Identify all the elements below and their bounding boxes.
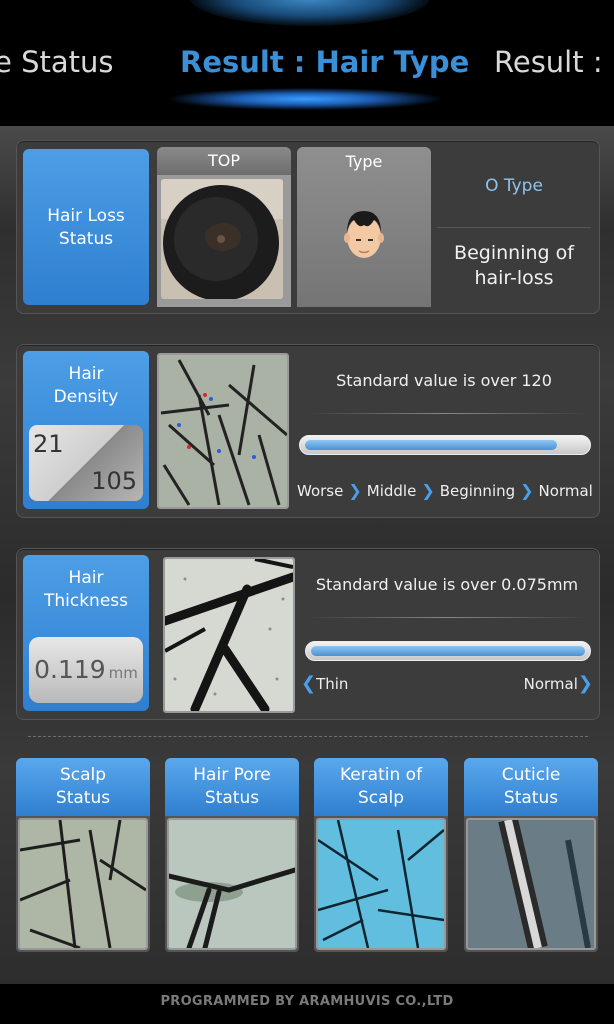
hair-density-card: Hair Density 21 105 Standard value is ov… [16,344,600,518]
hair-thickness-card: Hair Thickness 0.119 mm Standard value i… [16,548,600,720]
top-header: TOP [157,147,291,175]
density-standard: Standard value is over 120 [336,371,552,390]
hair-loss-label[interactable]: Hair Loss Status [23,149,149,305]
thickness-scale-right: Normal❯ [524,673,593,694]
head-icon [344,211,384,258]
density-standard-underline [307,413,587,414]
scale-thin: Thin [316,675,349,693]
tile-keratin-of-scalp[interactable]: Keratin of Scalp [314,758,448,952]
hair-density-label-text: Hair Density [53,364,119,407]
thickness-value-box: 0.119 mm [29,637,143,703]
results-panel: Hair Loss Status TOP Type O Type Beginni… [0,126,614,984]
thickness-value: 0.119 [34,655,106,684]
scale-normal: Normal [538,482,593,500]
header-glow [190,0,430,26]
scale-beginning: Beginning [439,482,516,500]
type-value: O Type [485,176,543,196]
type-header: Type [345,152,383,171]
hair-loss-label-text: Hair Loss Status [47,206,125,249]
tab-previous[interactable]: le Status [0,44,114,80]
header-bar: le Status Result : Hair Type Result : H [0,0,614,126]
density-progress-fill [305,440,557,450]
type-divider [437,227,591,228]
density-photo[interactable] [157,353,289,509]
chevron-right-icon: ❯ [348,481,362,500]
tile-hair-pore-status-label: Hair Pore Status [165,758,299,816]
top-view-photo[interactable] [161,179,283,299]
scalp-photo [18,818,148,950]
type-column: Type [297,147,431,307]
chevron-right-icon: ❯ [421,481,435,500]
thickness-standard: Standard value is over 0.075mm [315,575,579,594]
tile-cuticle-status[interactable]: Cuticle Status [464,758,598,952]
thickness-progress-bar [305,641,591,661]
scale-normal: Normal [523,675,578,693]
tab-next[interactable]: Result : H [494,44,614,80]
hair-loss-stage: Beginning of hair-loss [454,242,574,289]
keratin-photo [316,818,446,950]
density-scale: Worse ❯ Middle ❯ Beginning ❯ Normal [297,481,593,500]
thickness-progress-fill [311,646,585,656]
thickness-scale-left: ❮Thin [301,673,348,694]
chevron-right-icon: ❯ [520,481,534,500]
thickness-standard-underline [307,617,587,618]
thickness-photo[interactable] [163,557,295,713]
current-tab-indicator [170,88,440,110]
tile-keratin-of-scalp-label: Keratin of Scalp [314,758,448,816]
hair-thickness-label-text: Hair Thickness [43,568,129,611]
tile-scalp-status[interactable]: Scalp Status [16,758,150,952]
density-value-b: 105 [91,467,137,495]
chevron-right-icon: ❯ [577,673,593,694]
density-progress-bar [299,435,591,455]
section-divider [28,736,588,737]
scale-middle: Middle [366,482,417,500]
cuticle-photo [466,818,596,950]
hair-pore-photo [167,818,297,950]
tile-hair-pore-status[interactable]: Hair Pore Status [165,758,299,952]
top-view-column: TOP [157,147,291,307]
density-value-a: 21 [33,430,64,458]
hair-thickness-label[interactable]: Hair Thickness 0.119 mm [23,555,149,711]
tile-scalp-status-label: Scalp Status [16,758,150,816]
thickness-unit: mm [108,664,138,682]
chevron-left-icon: ❮ [301,673,317,694]
hair-density-label[interactable]: Hair Density 21 105 [23,351,149,509]
tab-current[interactable]: Result : Hair Type [180,44,469,80]
hair-loss-card: Hair Loss Status TOP Type O Type Beginni… [16,140,600,314]
footer-credit: PROGRAMMED BY ARAMHUVIS CO.,LTD [0,984,614,1024]
density-count-box: 21 105 [29,425,143,501]
scale-worse: Worse [297,482,344,500]
tile-cuticle-status-label: Cuticle Status [464,758,598,816]
